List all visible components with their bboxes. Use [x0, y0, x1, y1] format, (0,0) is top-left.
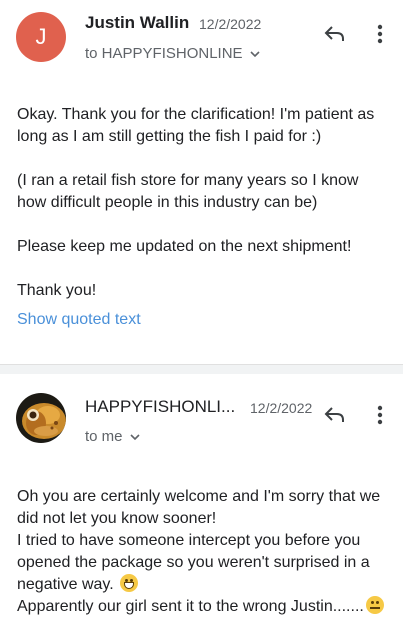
chevron-down-icon [249, 50, 260, 57]
reply-icon [324, 407, 344, 422]
sender-name: Justin Wallin [85, 13, 190, 32]
grinning-face-emoji [120, 574, 139, 592]
body-paragraph: Thank you! [17, 282, 97, 299]
more-vert-icon [377, 24, 383, 44]
message-body: Okay. Thank you for the clarification! I… [17, 104, 392, 302]
sender-avatar[interactable]: J [16, 12, 66, 62]
more-options-button[interactable] [366, 401, 394, 429]
recipient-label: to me [85, 428, 123, 445]
chevron-down-icon [129, 433, 140, 440]
fish-photo-avatar[interactable] [16, 393, 66, 443]
body-line-text: Apparently our girl sent it to the wrong… [17, 598, 364, 615]
recipient-label: to HAPPYFISHONLINE [85, 45, 243, 62]
email-thread: J Justin Wallin 12/2/2022 to HAPPYFISHON… [0, 0, 403, 640]
message-body: Oh you are certainly welcome and I'm sor… [17, 486, 392, 618]
show-quoted-text-link[interactable]: Show quoted text [17, 311, 141, 329]
more-options-button[interactable] [366, 20, 394, 48]
sender-name: HAPPYFISHONLI... [85, 397, 236, 416]
message-header[interactable]: J Justin Wallin 12/2/2022 to HAPPYFISHON… [0, 0, 403, 80]
body-paragraph: Okay. Thank you for the clarification! I… [17, 106, 375, 145]
message-divider [0, 364, 403, 374]
message-date: 12/2/2022 [199, 16, 262, 32]
slightly-smiling-face-emoji [365, 596, 384, 614]
reply-button[interactable] [321, 401, 349, 429]
avatar-letter: J [35, 24, 47, 49]
message-header[interactable]: HAPPYFISHONLI... 12/2/2022 to me [0, 374, 403, 454]
more-vert-icon [377, 405, 383, 425]
body-line: Oh you are certainly welcome and I'm sor… [17, 488, 381, 527]
body-line-text: I tried to have someone intercept you be… [17, 532, 370, 593]
message-date: 12/2/2022 [250, 400, 313, 416]
body-paragraph: Please keep me updated on the next shipm… [17, 238, 352, 255]
reply-button[interactable] [321, 20, 349, 48]
fish-photo-icon [16, 393, 66, 443]
body-line: I tried to have someone intercept you be… [17, 530, 392, 596]
body-line: Apparently our girl sent it to the wrong… [17, 596, 392, 618]
recipient-details-toggle[interactable]: to me [85, 428, 141, 445]
recipient-details-toggle[interactable]: to HAPPYFISHONLINE [85, 45, 261, 62]
reply-icon [324, 26, 344, 41]
body-paragraph: (I ran a retail fish store for many year… [17, 172, 359, 211]
